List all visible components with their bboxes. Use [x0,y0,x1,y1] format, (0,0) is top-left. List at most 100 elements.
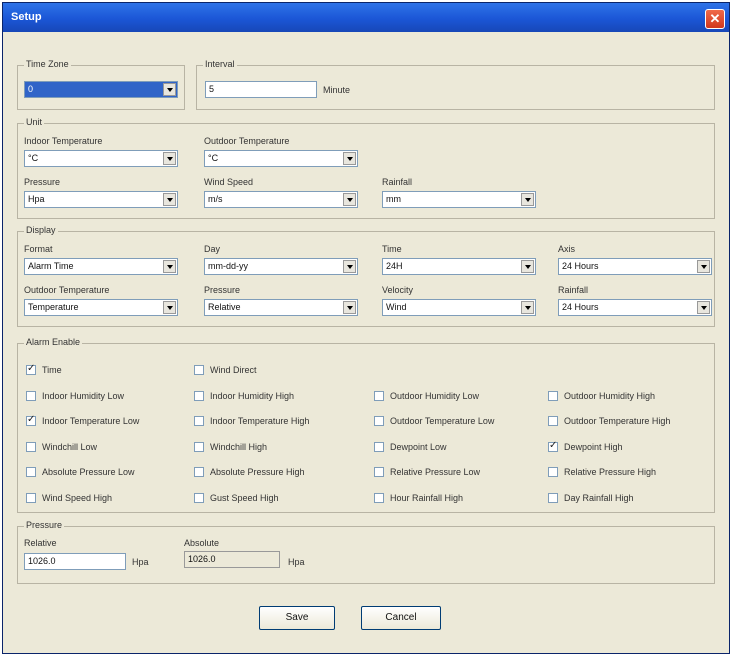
relative-pressure-unit: Hpa [132,557,149,567]
alarm-checkbox-label: Indoor Temperature Low [42,416,140,426]
checkbox-icon[interactable] [194,441,204,452]
wind-speed-unit-select[interactable]: m/s [204,191,358,208]
velocity-value: Wind [386,302,407,312]
checkbox-icon[interactable] [374,441,384,452]
checkbox-icon[interactable] [194,365,204,375]
pressure-unit-value: Hpa [28,194,45,204]
alarm-checkbox-label: Absolute Pressure Low [42,467,135,477]
checkbox-icon[interactable] [548,416,558,426]
chevron-down-icon[interactable] [163,301,176,314]
display-rainfall-value: 24 Hours [562,302,599,312]
unit-title: Unit [24,117,45,127]
title-bar[interactable]: Setup ✕ [3,3,729,32]
save-button[interactable]: Save [259,606,335,630]
display-outdoor-temperature-label: Outdoor Temperature [24,285,110,295]
window-title: Setup [11,11,42,23]
chevron-down-icon[interactable] [697,260,710,273]
setup-dialog: Setup ✕ Time Zone 0 Interval 5 Minute Un… [2,2,730,654]
interval-input[interactable]: 5 [205,81,317,98]
alarm-checkbox-label: Windchill High [210,441,268,452]
chevron-down-icon[interactable] [697,301,710,314]
checkbox-icon[interactable] [194,416,204,426]
display-outdoor-temperature-select[interactable]: Temperature [24,299,178,316]
relative-pressure-input[interactable]: 1026.0 [24,553,126,570]
checkbox-icon[interactable] [194,390,204,401]
day-select[interactable]: mm-dd-yy [204,258,358,275]
rainfall-unit-select[interactable]: mm [382,191,536,208]
checkbox-icon[interactable] [194,492,204,503]
checkbox-icon[interactable] [374,390,384,401]
checkbox-icon[interactable] [374,467,384,477]
alarm-checkbox-label: Wind Speed High [42,492,113,503]
checkbox-icon[interactable] [548,467,558,477]
interval-title: Interval [203,59,237,69]
absolute-pressure-input: 1026.0 [184,551,280,568]
checkbox-icon[interactable] [26,467,36,477]
checkbox-icon[interactable] [26,492,36,503]
indoor-temperature-unit-select[interactable]: °C [24,150,178,167]
axis-label: Axis [558,244,576,254]
checkbox-icon[interactable] [194,467,204,477]
wind-speed-label: Wind Speed [204,177,254,187]
day-label: Day [204,244,221,254]
cancel-button[interactable]: Cancel [361,606,441,630]
indoor-temperature-unit-value: °C [28,153,39,163]
checkbox-icon[interactable] [26,414,36,426]
velocity-label: Velocity [382,285,414,295]
format-label: Format [24,244,53,254]
format-select[interactable]: Alarm Time [24,258,178,275]
time-zone-value: 0 [28,84,34,94]
chevron-down-icon[interactable] [163,260,176,273]
time-zone-select[interactable]: 0 [24,81,178,98]
alarm-checkbox-label: Relative Pressure Low [390,467,481,477]
display-rainfall-select[interactable]: 24 Hours [558,299,712,316]
checkbox-icon[interactable] [548,440,558,452]
chevron-down-icon[interactable] [163,193,176,206]
time-select[interactable]: 24H [382,258,536,275]
axis-select[interactable]: 24 Hours [558,258,712,275]
time-label: Time [382,244,402,254]
alarm-checkbox-label: Gust Speed High [210,492,279,503]
wind-speed-unit-value: m/s [208,194,223,204]
checkbox-icon[interactable] [548,492,558,503]
pressure-unit-select[interactable]: Hpa [24,191,178,208]
display-title: Display [24,225,58,235]
alarm-checkbox-label: Outdoor Temperature Low [390,416,495,426]
relative-pressure-value: 1026.0 [28,556,56,566]
chevron-down-icon[interactable] [343,193,356,206]
checkbox-icon[interactable] [548,390,558,401]
alarm-checkbox-label: Outdoor Humidity Low [390,390,480,401]
alarm-enable-group: Alarm Enable Time Wind Direct Indoor Humid… [17,337,715,513]
chevron-down-icon[interactable] [163,83,176,96]
checkbox-icon[interactable] [26,441,36,452]
chevron-down-icon[interactable] [163,152,176,165]
outdoor-temperature-unit-select[interactable]: °C [204,150,358,167]
alarm-checkbox-label: Wind Direct [210,365,257,375]
absolute-pressure-unit: Hpa [288,557,305,567]
alarm-checkbox-label: Absolute Pressure High [210,467,305,477]
pressure-label: Pressure [24,177,61,187]
alarm-checkbox-label: Indoor Humidity Low [42,390,125,401]
chevron-down-icon[interactable] [521,260,534,273]
pressure-group: Pressure Relative 1026.0 Hpa Absolute 10… [17,520,715,584]
pressure-title: Pressure [24,520,65,530]
interval-unit: Minute [323,85,351,95]
outdoor-temperature-label: Outdoor Temperature [204,136,290,146]
chevron-down-icon[interactable] [343,301,356,314]
velocity-select[interactable]: Wind [382,299,536,316]
checkbox-icon[interactable] [26,390,36,401]
close-icon[interactable]: ✕ [705,9,725,29]
display-pressure-label: Pressure [204,285,241,295]
checkbox-icon[interactable] [374,492,384,503]
display-pressure-select[interactable]: Relative [204,299,358,316]
alarm-checkbox-label: Outdoor Temperature High [564,416,671,426]
chevron-down-icon[interactable] [521,301,534,314]
chevron-down-icon[interactable] [521,193,534,206]
checkbox-icon[interactable] [374,416,384,426]
relative-label: Relative [24,538,57,548]
alarm-checkbox-label: Indoor Humidity High [210,390,295,401]
chevron-down-icon[interactable] [343,152,356,165]
chevron-down-icon[interactable] [343,260,356,273]
checkbox-icon[interactable] [26,363,36,375]
axis-value: 24 Hours [562,261,599,271]
